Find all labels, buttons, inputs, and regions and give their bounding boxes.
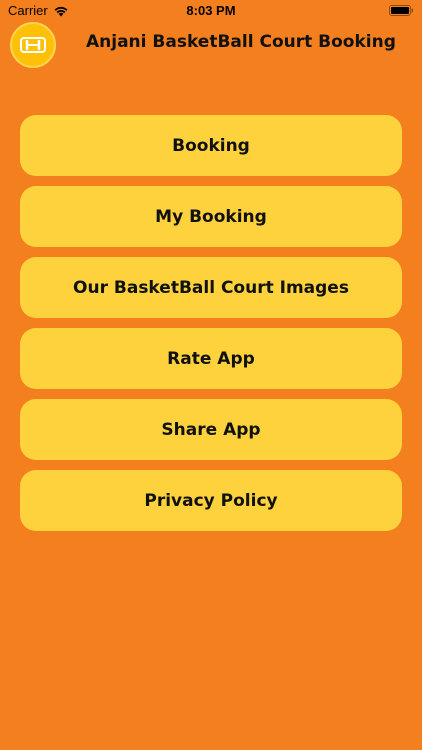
main-menu: Booking My Booking Our BasketBall Court …: [20, 115, 402, 541]
rate-app-button-label: Rate App: [167, 348, 255, 369]
battery-icon: [389, 5, 413, 16]
status-bar: Carrier 8:03 PM: [0, 0, 422, 22]
my-booking-button[interactable]: My Booking: [20, 186, 402, 247]
court-images-button[interactable]: Our BasketBall Court Images: [20, 257, 402, 318]
app-title: Anjani BasketBall Court Booking: [86, 32, 396, 52]
rate-app-button[interactable]: Rate App: [20, 328, 402, 389]
status-time: 8:03 PM: [186, 3, 236, 18]
court-images-button-label: Our BasketBall Court Images: [73, 277, 349, 298]
logo: [10, 22, 56, 68]
privacy-policy-button[interactable]: Privacy Policy: [20, 470, 402, 531]
share-app-button-label: Share App: [161, 419, 261, 440]
app-header: Anjani BasketBall Court Booking: [0, 22, 422, 68]
dumbbell-icon: [20, 37, 46, 53]
share-app-button[interactable]: Share App: [20, 399, 402, 460]
my-booking-button-label: My Booking: [155, 206, 267, 227]
booking-button[interactable]: Booking: [20, 115, 402, 176]
booking-button-label: Booking: [172, 135, 250, 156]
privacy-policy-button-label: Privacy Policy: [144, 490, 278, 511]
